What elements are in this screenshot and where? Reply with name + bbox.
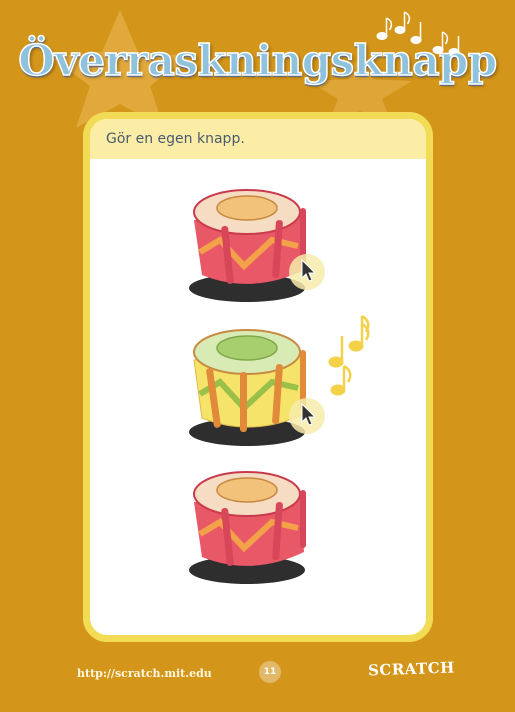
music-notes-icon <box>328 314 370 396</box>
footer-url: http://scratch.mit.edu <box>77 667 212 680</box>
page-number: 11 <box>259 661 281 683</box>
instruction-text: Gör en egen knapp. <box>90 119 426 159</box>
drum-icon <box>189 189 325 302</box>
page-title: Överraskningsknapp <box>17 35 498 86</box>
drum-highlighted-icon <box>189 329 325 446</box>
scratch-logo: SCRATCH <box>367 658 456 680</box>
drum-icon <box>189 471 306 584</box>
